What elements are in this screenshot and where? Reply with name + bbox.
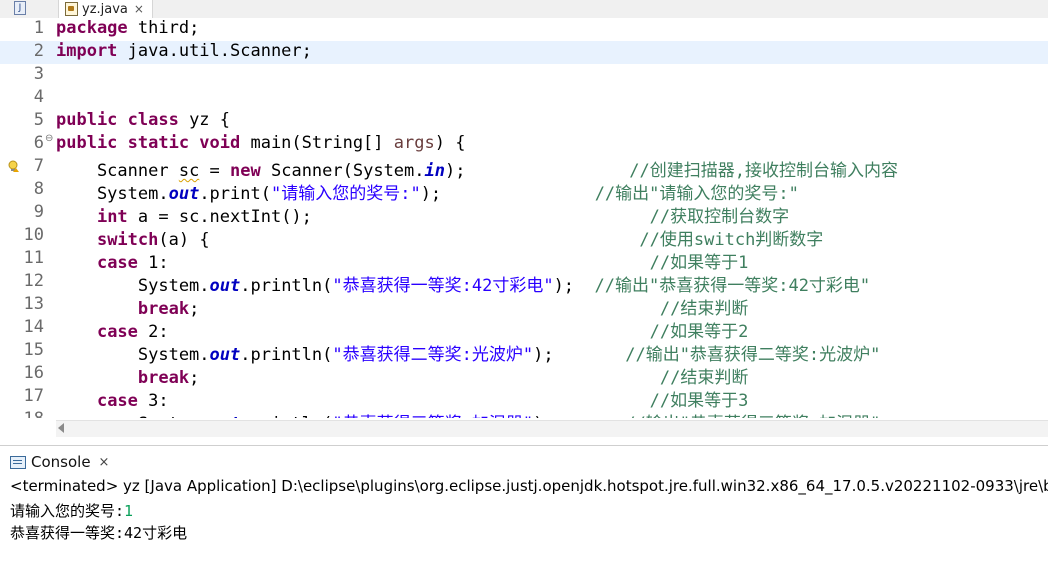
line-number: 13 [23,294,44,314]
code-line[interactable]: 6 ⊖ public static void main(String[] args)… [0,133,1048,156]
line-number: 9 [33,202,44,222]
horizontal-scrollbar[interactable] [56,420,1048,437]
code-line[interactable]: 10 switch(a) { //使用switch判断数字 [0,225,1048,250]
line-number: 1 [33,18,44,38]
line-number: 18 [22,409,44,418]
code-text: case 1: //如果等于1 [96,253,749,273]
line-number: 15 [23,340,44,360]
code-text: import java.util.Scanner; [56,41,312,61]
tab-console[interactable]: Console × [10,451,109,473]
code-line[interactable]: 2 import java.util.Scanner; [0,41,1048,64]
code-text: System.out.println("恭喜获得一等奖:42寸彩电"); //输… [56,276,871,296]
code-text: System.out.println("恭喜获得三等奖:加湿器"); //输出"… [56,409,881,418]
java-perspective-icon[interactable]: J [14,1,26,15]
console-output-line: 恭喜获得一等奖:42寸彩电 [10,524,188,542]
line-number: 14 [23,317,44,337]
line-number: 5 [33,110,44,130]
code-text: switch(a) { //使用switch判断数字 [96,230,824,250]
code-line[interactable]: 8 System.out.print("请输入您的奖号:"); //输出"请输入… [0,179,1048,204]
code-line[interactable]: 17 case 3: //如果等于3 [0,386,1048,411]
console-input-value[interactable]: 1 [124,502,133,520]
console-icon [10,455,26,469]
line-number: 3 [33,64,44,84]
line-number: 16 [23,363,44,383]
code-line[interactable]: 4 [0,87,1048,110]
code-line[interactable]: 1 package third; [0,18,1048,41]
code-text: case 3: //如果等于3 [96,391,749,411]
code-text: break; //结束判断 [137,368,749,388]
code-line[interactable]: 7 Scanner sc = new Scanner(System.in); /… [0,156,1048,181]
code-text: Scanner sc = new Scanner(System.in); //创… [56,161,898,181]
code-line[interactable]: 5 public class yz { [0,110,1048,133]
code-line[interactable]: 9 int a = sc.nextInt(); //获取控制台数字 [0,202,1048,227]
console-prompt: 请输入您的奖号: [10,502,125,520]
line-number: 8 [33,179,44,199]
code-line[interactable]: 13 break; //结束判断 [0,294,1048,319]
tab-yz-java[interactable]: yz.java × [58,0,153,18]
code-line[interactable]: 3 [0,64,1048,87]
code-line[interactable]: 18 System.out.println("恭喜获得三等奖:加湿器"); //… [0,409,1048,418]
code-line[interactable]: 11 case 1: //如果等于1 [0,248,1048,273]
console-view: Console × <terminated> yz [Java Applicat… [0,445,1048,561]
line-number: 10 [23,225,44,245]
java-file-icon [65,2,78,16]
console-status-line: <terminated> yz [Java Application] D:\ec… [10,477,1048,495]
code-editor[interactable]: 1 package third; 2 import java.util.Scanner… [0,18,1048,418]
line-number: 6 [33,133,44,153]
fold-collapse-icon[interactable]: ⊖ [45,133,53,144]
code-text: System.out.print("请输入您的奖号:"); //输出"请输入您的… [56,184,799,204]
code-line[interactable]: 15 System.out.println("恭喜获得二等奖:光波炉"); //… [0,340,1048,365]
code-line[interactable]: 16 break; //结束判断 [0,363,1048,388]
code-text: package third; [56,18,200,38]
line-number: 2 [33,41,44,61]
code-text: public class yz { [56,110,231,130]
line-number: 4 [33,87,44,107]
code-text: public static void main(String[] args) { [56,133,466,153]
line-number: 17 [23,386,44,406]
line-number: 11 [23,248,44,268]
close-icon[interactable]: × [99,455,110,470]
code-text: System.out.println("恭喜获得二等奖:光波炉"); //输出"… [56,345,881,365]
scroll-left-icon[interactable] [58,423,64,433]
code-text: case 2: //如果等于2 [96,322,749,342]
close-icon[interactable]: × [134,2,144,16]
code-lines[interactable]: 1 package third; 2 import java.util.Scanner… [0,18,1048,418]
line-number: 12 [23,271,44,291]
code-line[interactable]: 14 case 2: //如果等于2 [0,317,1048,342]
code-line[interactable]: 12 System.out.println("恭喜获得一等奖:42寸彩电"); … [0,271,1048,296]
line-number: 7 [33,156,44,176]
editor-tab-bar: J yz.java × [0,0,1048,19]
console-tab-label: Console [31,453,91,471]
console-output-line[interactable]: 请输入您的奖号:1 [10,500,133,521]
tab-label: yz.java [82,1,128,17]
code-text: int a = sc.nextInt(); //获取控制台数字 [96,207,790,227]
code-text: break; //结束判断 [137,299,749,319]
